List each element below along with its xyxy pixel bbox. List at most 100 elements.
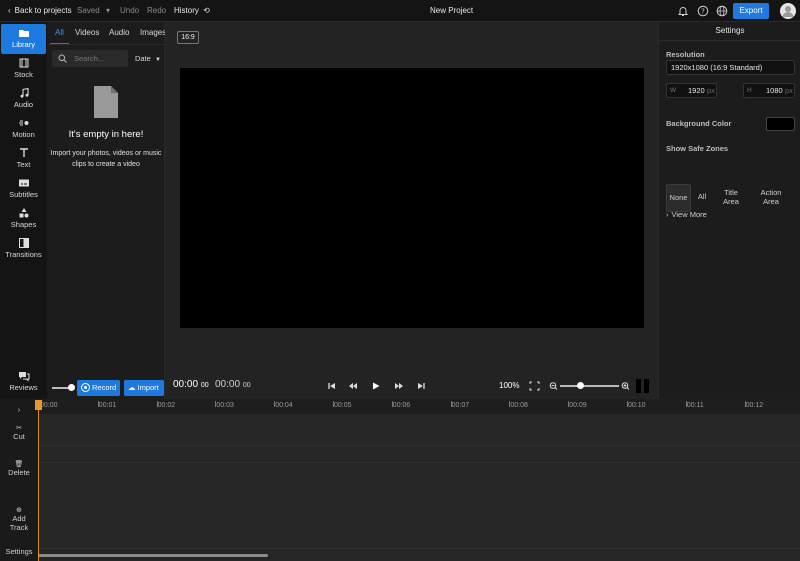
avatar[interactable] bbox=[780, 3, 796, 19]
chat-icon bbox=[18, 370, 30, 382]
nav-text[interactable]: Text bbox=[1, 144, 46, 174]
undo-button[interactable]: Undo bbox=[120, 0, 139, 22]
zone-action-area[interactable]: Action Area bbox=[757, 184, 785, 212]
nav-subtitles[interactable]: Subtitles bbox=[1, 174, 46, 204]
current-time: 00:00 00 bbox=[173, 379, 209, 390]
background-color-swatch[interactable] bbox=[766, 117, 795, 131]
settings-title: Settings bbox=[715, 26, 745, 35]
preview-zoom-slider[interactable] bbox=[560, 385, 619, 387]
library-size-slider-handle[interactable] bbox=[68, 384, 75, 391]
subtitles-icon bbox=[18, 177, 30, 189]
tab-videos[interactable]: Videos bbox=[75, 22, 99, 44]
zoom-level[interactable]: 100% bbox=[499, 381, 519, 390]
ruler-tick-label: 00:12 bbox=[745, 402, 764, 409]
preview-zoom-slider-handle[interactable] bbox=[577, 382, 584, 389]
globe-icon[interactable] bbox=[716, 5, 728, 17]
track-area[interactable] bbox=[38, 414, 800, 548]
zone-all[interactable]: All bbox=[695, 184, 709, 212]
sort-select[interactable]: Date ▼ bbox=[135, 50, 161, 69]
history-button[interactable]: History ⟲ bbox=[174, 0, 210, 22]
project-title[interactable]: New Project bbox=[430, 0, 473, 22]
nav-stock[interactable]: Stock bbox=[1, 54, 46, 84]
settings-divider bbox=[659, 40, 800, 41]
tab-audio[interactable]: Audio bbox=[109, 22, 129, 44]
timeline-settings-button[interactable]: Settings bbox=[0, 547, 38, 556]
track-divider bbox=[38, 462, 800, 463]
delete-button[interactable]: 🗑 Delete bbox=[0, 460, 38, 477]
shapes-icon bbox=[18, 207, 30, 219]
add-track-button[interactable]: ⊕ Add Track bbox=[0, 506, 38, 532]
zoom-in-icon[interactable] bbox=[621, 380, 630, 392]
ruler-tick-label: 00:09 bbox=[569, 402, 587, 409]
time-ruler[interactable]: 00:00 00:01 00:02 00:03 00:04 00:05 00:06 00:07… bbox=[38, 399, 800, 414]
back-to-projects-button[interactable]: ‹ Back to projects bbox=[8, 0, 72, 22]
width-field[interactable]: W 1920 px bbox=[666, 83, 717, 98]
background-color-label: Background Color bbox=[666, 119, 732, 128]
nav-reviews[interactable]: Reviews bbox=[1, 367, 46, 397]
search-icon bbox=[58, 54, 67, 63]
total-time: 00:00 00 bbox=[215, 379, 251, 390]
nav-transitions[interactable]: Transitions bbox=[1, 234, 46, 264]
track-divider bbox=[38, 548, 800, 549]
add-track-icon: ⊕ bbox=[16, 507, 22, 514]
ruler-tick-label: 00:08 bbox=[510, 402, 528, 409]
chevron-right-icon: › bbox=[666, 210, 669, 219]
redo-button[interactable]: Redo bbox=[147, 0, 166, 22]
search-input[interactable]: Search... bbox=[52, 50, 128, 67]
saved-dropdown-icon[interactable]: ▾ bbox=[106, 0, 110, 22]
zone-none[interactable]: None bbox=[666, 184, 691, 212]
nav-motion[interactable]: Motion bbox=[1, 114, 46, 144]
rewind-icon[interactable] bbox=[348, 380, 358, 392]
aspect-ratio-button[interactable]: 16:9 bbox=[177, 31, 199, 44]
import-button[interactable]: ☁ Import bbox=[124, 380, 164, 396]
expand-timeline-icon[interactable]: › bbox=[0, 405, 38, 414]
cloud-upload-icon: ☁ bbox=[128, 383, 136, 392]
nav-shapes[interactable]: Shapes bbox=[1, 204, 46, 234]
video-canvas[interactable] bbox=[180, 68, 644, 328]
history-icon: ⟲ bbox=[203, 6, 210, 15]
track-divider bbox=[38, 445, 800, 446]
top-bar: ‹ Back to projects Saved ▾ Undo Redo Hist… bbox=[0, 0, 800, 22]
help-icon[interactable]: ? bbox=[697, 5, 709, 17]
empty-file-icon bbox=[93, 85, 119, 119]
svg-text:?: ? bbox=[701, 8, 705, 16]
trash-icon: 🗑 bbox=[14, 461, 24, 468]
text-icon bbox=[18, 147, 30, 159]
ruler-tick-label: 00:01 bbox=[98, 402, 117, 409]
ruler-tick-label: 00:11 bbox=[686, 402, 704, 409]
fast-forward-icon[interactable] bbox=[394, 380, 404, 392]
tab-all[interactable]: All bbox=[55, 22, 64, 44]
bell-icon[interactable] bbox=[677, 5, 689, 17]
transitions-icon bbox=[18, 237, 30, 249]
skip-to-start-icon[interactable] bbox=[327, 380, 337, 392]
cut-button[interactable]: ✂ Cut bbox=[0, 424, 38, 441]
export-button[interactable]: Export bbox=[733, 3, 769, 19]
library-panel: All Videos Audio Images Search... Date ▼… bbox=[47, 22, 166, 399]
tab-images[interactable]: Images bbox=[140, 22, 166, 44]
nav-library[interactable]: Library bbox=[1, 24, 46, 54]
volume-meter-right bbox=[644, 379, 649, 393]
folder-icon bbox=[18, 27, 30, 39]
timeline-scrollbar[interactable] bbox=[38, 554, 268, 557]
music-note-icon bbox=[18, 87, 30, 99]
height-field[interactable]: H 1080 px bbox=[743, 83, 795, 98]
nav-audio[interactable]: Audio bbox=[1, 84, 46, 114]
zoom-out-icon[interactable] bbox=[549, 380, 558, 392]
view-more-button[interactable]: › View More bbox=[666, 210, 707, 219]
playhead[interactable] bbox=[38, 400, 39, 561]
volume-meter-left bbox=[636, 379, 641, 393]
ruler-tick-label: 00:02 bbox=[157, 402, 176, 409]
fullscreen-icon[interactable] bbox=[529, 380, 540, 392]
zone-title-area[interactable]: Title Area bbox=[719, 184, 743, 212]
empty-line-1: Import your photos, videos or music bbox=[50, 150, 162, 157]
ruler-tick-label: 00:00 bbox=[40, 402, 58, 409]
motion-icon bbox=[18, 117, 30, 129]
empty-line-2: clips to create a video bbox=[72, 161, 140, 168]
play-icon[interactable] bbox=[371, 380, 381, 392]
ruler-tick-label: 00:04 bbox=[275, 402, 293, 409]
saved-status: Saved bbox=[77, 6, 100, 15]
playhead-handle[interactable] bbox=[35, 400, 42, 410]
record-button[interactable]: Record bbox=[77, 380, 120, 396]
skip-to-end-icon[interactable] bbox=[416, 380, 426, 392]
resolution-select[interactable]: 1920x1080 (16:9 Standard) bbox=[666, 60, 795, 75]
